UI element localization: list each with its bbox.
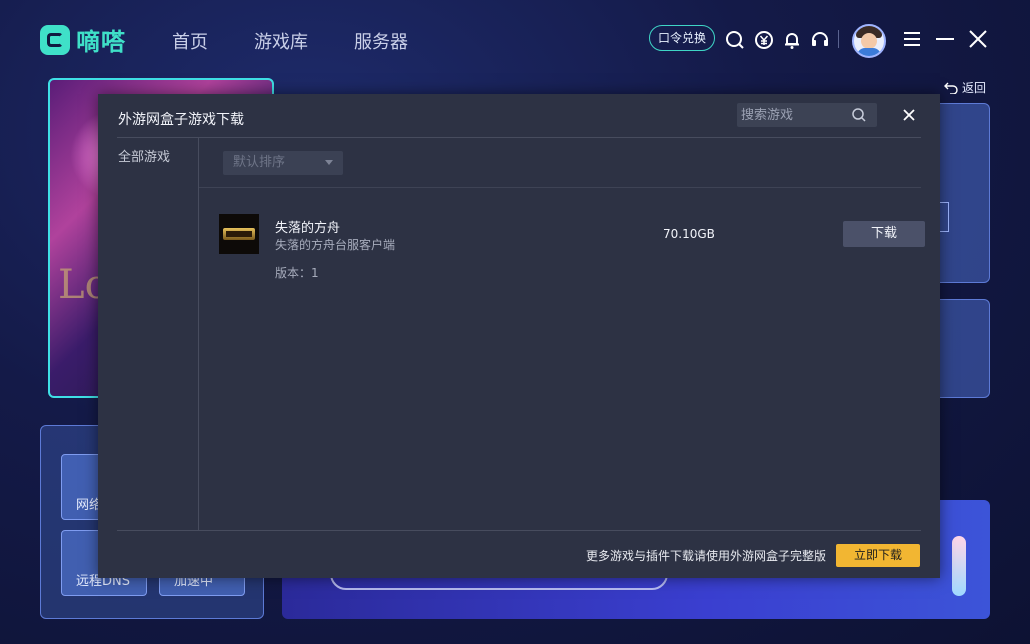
footer-divider xyxy=(117,530,921,531)
side-card-top xyxy=(940,103,990,283)
logo-icon xyxy=(40,24,70,55)
nav-game-library[interactable]: 游戏库 xyxy=(254,28,308,54)
game-download-dialog: 外游网盒子游戏下载 全部游戏 默认排序 失落的方舟 失落的方舟台服客户端 版本：… xyxy=(98,94,940,578)
game-search-box xyxy=(737,103,877,127)
search-input[interactable] xyxy=(737,103,853,127)
download-button[interactable]: 下载 xyxy=(843,221,925,247)
game-icon xyxy=(219,214,259,254)
headset-icon[interactable] xyxy=(810,30,830,50)
nav-servers[interactable]: 服务器 xyxy=(354,28,408,54)
search-icon[interactable] xyxy=(851,107,867,123)
dialog-title: 外游网盒子游戏下载 xyxy=(118,112,244,128)
minimize-icon[interactable] xyxy=(935,29,955,49)
redeem-code-button[interactable]: 口令兑换 xyxy=(649,25,715,51)
download-now-button[interactable]: 立即下载 xyxy=(836,544,920,567)
header-divider xyxy=(117,137,921,138)
category-all-games[interactable]: 全部游戏 xyxy=(118,146,170,165)
dialog-close-icon[interactable] xyxy=(900,106,918,124)
game-subtitle: 失落的方舟台服客户端 xyxy=(275,238,396,252)
top-bar: 嘀嗒 首页 游戏库 服务器 口令兑换 xyxy=(0,0,1030,80)
footer-notice: 更多游戏与插件下载请使用外游网盒子完整版 xyxy=(586,549,827,563)
back-arrow-icon xyxy=(944,82,958,94)
back-link[interactable]: 返回 xyxy=(944,79,986,96)
user-avatar[interactable] xyxy=(852,24,886,58)
game-name: 失落的方舟 xyxy=(275,221,341,236)
side-card-bottom xyxy=(940,299,990,398)
list-item: 失落的方舟 失落的方舟台服客户端 版本：1 70.10GB 下载 xyxy=(219,214,925,284)
caret-down-icon xyxy=(325,160,333,165)
nav-home[interactable]: 首页 xyxy=(172,28,208,54)
toolbar-separator xyxy=(838,30,839,48)
app-logo[interactable]: 嘀嗒 xyxy=(40,22,126,57)
game-version: 版本：1 xyxy=(275,266,319,280)
search-icon[interactable] xyxy=(725,30,745,50)
sort-divider xyxy=(199,187,921,188)
game-size: 70.10GB xyxy=(663,227,715,241)
close-icon[interactable] xyxy=(968,29,988,49)
sidebar-divider xyxy=(198,138,199,530)
sort-dropdown[interactable]: 默认排序 xyxy=(223,151,343,175)
menu-icon[interactable] xyxy=(902,29,922,49)
bell-icon[interactable] xyxy=(782,30,802,50)
sort-selected-value: 默认排序 xyxy=(233,155,286,170)
yuan-icon[interactable] xyxy=(754,30,774,50)
main-nav: 首页 游戏库 服务器 xyxy=(172,28,454,54)
back-label: 返回 xyxy=(962,81,987,95)
app-name: 嘀嗒 xyxy=(76,28,126,56)
